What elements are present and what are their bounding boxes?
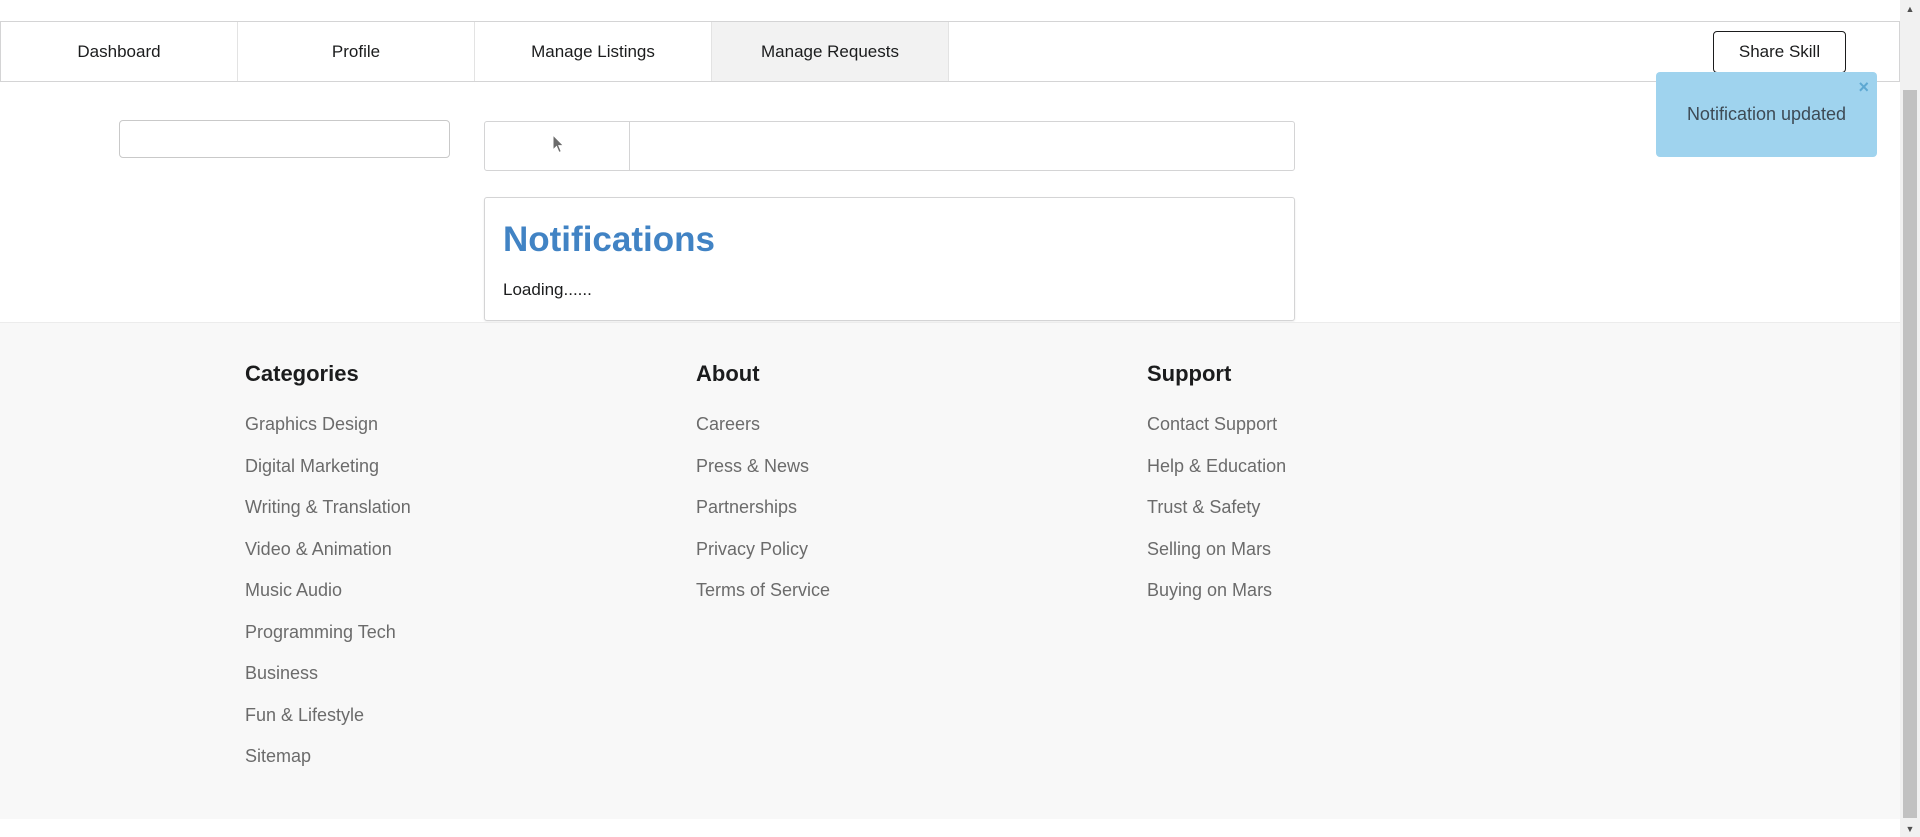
- tab-dashboard[interactable]: Dashboard: [1, 22, 238, 81]
- footer-column-support: Support Contact Support Help & Education…: [1147, 361, 1286, 621]
- footer-link-help-education[interactable]: Help & Education: [1147, 455, 1286, 497]
- top-tab-menu: Dashboard Profile Manage Listings Manage…: [0, 21, 1900, 82]
- tab-profile[interactable]: Profile: [238, 22, 475, 81]
- notifications-panel: Notifications Loading......: [484, 197, 1295, 321]
- request-filter-bar: [484, 121, 1295, 171]
- footer-link-writing-translation[interactable]: Writing & Translation: [245, 496, 411, 538]
- close-icon[interactable]: ×: [1858, 78, 1869, 96]
- footer-heading-categories: Categories: [245, 361, 359, 386]
- tab-manage-listings[interactable]: Manage Listings: [475, 22, 712, 81]
- footer-link-careers[interactable]: Careers: [696, 413, 830, 455]
- footer-column-categories: Categories Graphics Design Digital Marke…: [245, 361, 411, 787]
- footer-heading-about: About: [696, 361, 760, 386]
- scrollbar-thumb[interactable]: [1903, 90, 1917, 818]
- footer: Categories Graphics Design Digital Marke…: [0, 322, 1900, 819]
- footer-link-privacy-policy[interactable]: Privacy Policy: [696, 538, 830, 580]
- scroll-down-arrow-icon[interactable]: ▼: [1900, 820, 1920, 837]
- vertical-scrollbar[interactable]: ▲ ▼: [1900, 0, 1920, 837]
- mouse-pointer-icon: [552, 134, 565, 154]
- footer-link-sitemap[interactable]: Sitemap: [245, 745, 411, 787]
- footer-link-trust-safety[interactable]: Trust & Safety: [1147, 496, 1286, 538]
- footer-link-video-animation[interactable]: Video & Animation: [245, 538, 411, 580]
- toast-message: Notification updated: [1686, 104, 1847, 124]
- footer-link-digital-marketing[interactable]: Digital Marketing: [245, 455, 411, 497]
- footer-column-about: About Careers Press & News Partnerships …: [696, 361, 830, 621]
- filter-dropdown[interactable]: [119, 120, 450, 158]
- notifications-loading-text: Loading......: [503, 280, 592, 299]
- footer-link-terms-of-service[interactable]: Terms of Service: [696, 579, 830, 621]
- footer-link-buying-on-mars[interactable]: Buying on Mars: [1147, 579, 1286, 621]
- tab-manage-requests[interactable]: Manage Requests: [712, 22, 949, 81]
- footer-link-music-audio[interactable]: Music Audio: [245, 579, 411, 621]
- page: Dashboard Profile Manage Listings Manage…: [0, 0, 1900, 837]
- toast-notification: × Notification updated: [1656, 72, 1877, 157]
- footer-link-selling-on-mars[interactable]: Selling on Mars: [1147, 538, 1286, 580]
- footer-link-graphics-design[interactable]: Graphics Design: [245, 413, 411, 455]
- share-skill-button[interactable]: Share Skill: [1713, 31, 1846, 73]
- footer-link-contact-support[interactable]: Contact Support: [1147, 413, 1286, 455]
- notifications-title: Notifications: [503, 220, 715, 259]
- footer-heading-support: Support: [1147, 361, 1232, 386]
- footer-link-press-news[interactable]: Press & News: [696, 455, 830, 497]
- footer-link-partnerships[interactable]: Partnerships: [696, 496, 830, 538]
- footer-link-fun-lifestyle[interactable]: Fun & Lifestyle: [245, 704, 411, 746]
- scroll-up-arrow-icon[interactable]: ▲: [1900, 0, 1920, 17]
- footer-link-business[interactable]: Business: [245, 662, 411, 704]
- footer-link-programming-tech[interactable]: Programming Tech: [245, 621, 411, 663]
